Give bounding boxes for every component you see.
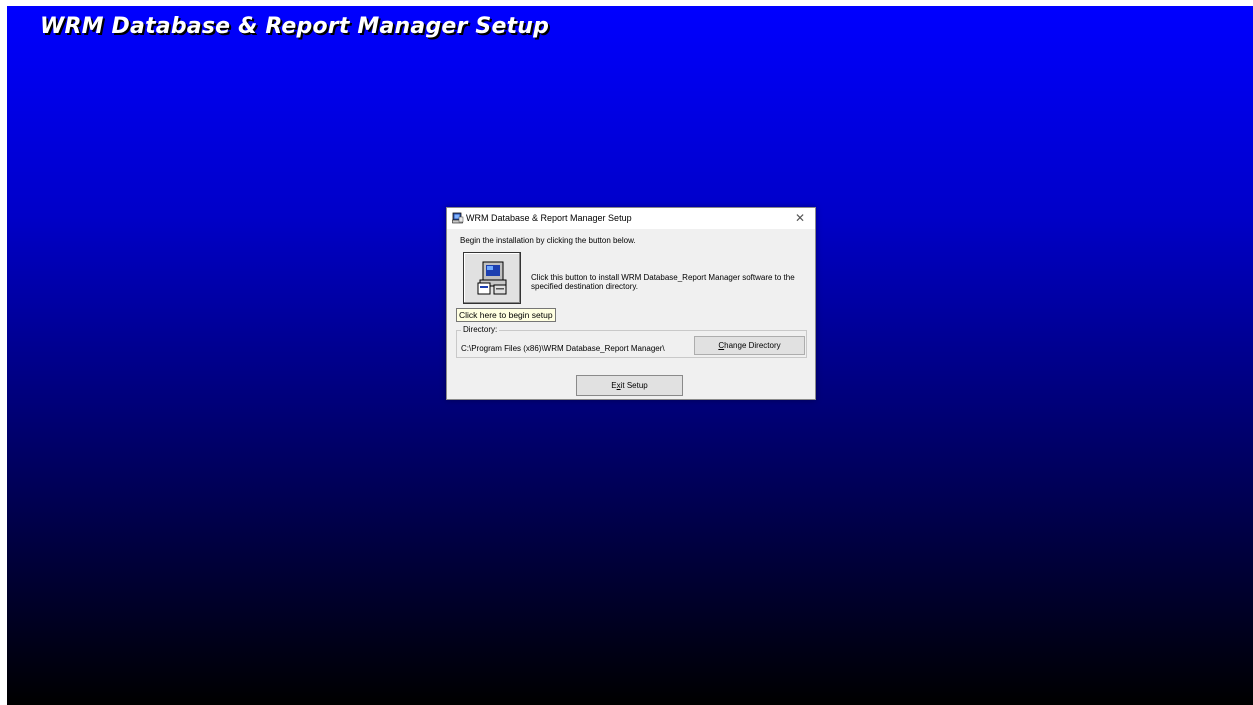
close-button[interactable]: ✕: [785, 208, 815, 229]
exit-setup-button[interactable]: Exit Setup: [576, 375, 683, 396]
setup-backdrop: WRM Database & Report Manager Setup WRM …: [7, 6, 1253, 705]
instructions-text: Begin the installation by clicking the b…: [460, 236, 636, 245]
setup-dialog: WRM Database & Report Manager Setup ✕ Be…: [446, 207, 816, 400]
exit-label-post: it Setup: [620, 381, 648, 390]
computer-install-icon: [477, 261, 507, 295]
begin-setup-button[interactable]: [463, 252, 521, 304]
setup-description: Click this button to install WRM Databas…: [531, 273, 795, 291]
directory-label: Directory:: [461, 325, 500, 334]
backdrop-title: WRM Database & Report Manager Setup: [40, 14, 550, 39]
installer-app-icon: [452, 212, 464, 224]
directory-path: C:\Program Files (x86)\WRM Database_Repo…: [461, 344, 665, 353]
setup-tooltip: Click here to begin setup: [456, 308, 556, 322]
change-directory-button[interactable]: Change Directory: [694, 336, 805, 355]
change-directory-label: hange Directory: [724, 341, 781, 350]
dialog-titlebar[interactable]: WRM Database & Report Manager Setup ✕: [447, 208, 815, 229]
dialog-title: WRM Database & Report Manager Setup: [466, 213, 632, 223]
